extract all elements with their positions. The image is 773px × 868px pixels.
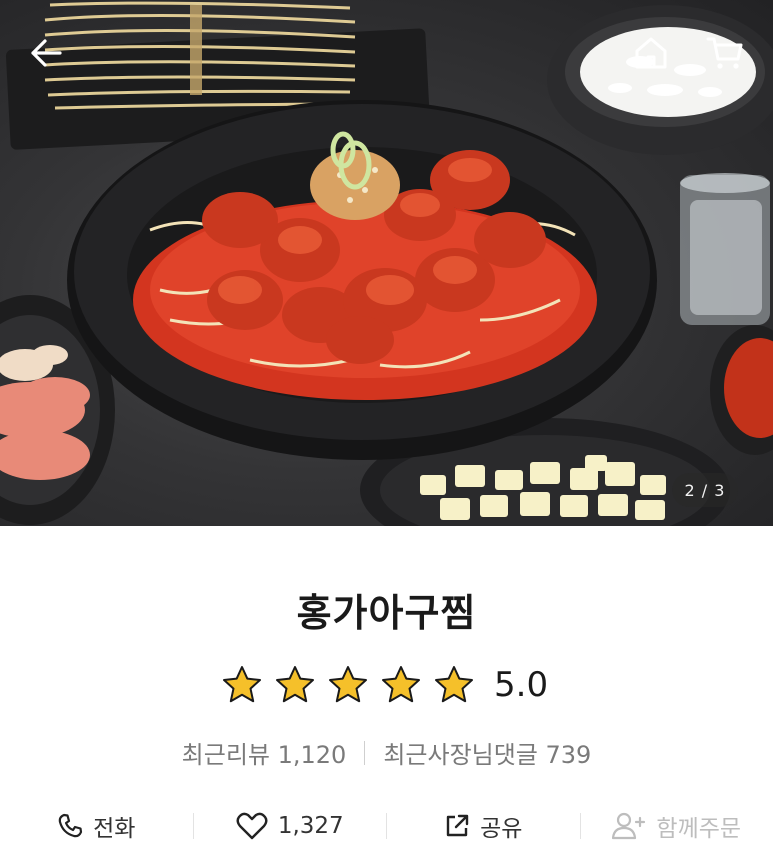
group-order-label: 함께주문 <box>656 816 742 842</box>
call-button[interactable]: 전화 <box>0 809 193 843</box>
divider <box>364 740 366 765</box>
star-icon <box>329 666 367 703</box>
review-stats: 최근리뷰 1,120 최근사장님댓글 739 <box>0 735 773 770</box>
action-bar: 전화 1,327 공유 함께주문 <box>0 800 773 852</box>
star-icon <box>276 666 314 703</box>
home-icon <box>635 37 667 69</box>
share-button[interactable]: 공유 <box>387 809 580 843</box>
rating-value: 5.0 <box>494 665 549 705</box>
image-page-counter: 2 / 3 <box>672 473 738 507</box>
add-person-icon <box>612 812 646 840</box>
star-icon <box>382 666 420 703</box>
favorite-count: 1,327 <box>277 813 344 839</box>
rating-stars <box>222 665 474 705</box>
phone-icon <box>58 813 83 838</box>
share-label: 공유 <box>480 816 523 842</box>
arrow-left-icon <box>31 39 62 67</box>
call-label: 전화 <box>93 816 136 842</box>
heart-icon <box>236 812 268 840</box>
food-photo <box>0 1 773 526</box>
recent-owner-comments-link[interactable]: 최근사장님댓글 739 <box>383 735 591 770</box>
store-name: 홍가아구찜 <box>296 591 477 635</box>
rating-row: 5.0 <box>222 660 548 710</box>
favorite-button[interactable]: 1,327 <box>194 812 387 840</box>
star-icon <box>435 666 473 703</box>
share-icon <box>446 814 469 837</box>
cart-icon <box>706 37 743 69</box>
recent-reviews-link[interactable]: 최근리뷰 1,120 <box>182 735 347 770</box>
back-button[interactable] <box>22 29 70 77</box>
home-button[interactable] <box>627 29 675 77</box>
hero-image-carousel[interactable]: 2 / 3 <box>0 0 773 526</box>
star-icon <box>223 666 261 703</box>
cart-button[interactable] <box>701 29 749 77</box>
group-order-button[interactable]: 함께주문 <box>581 809 773 843</box>
